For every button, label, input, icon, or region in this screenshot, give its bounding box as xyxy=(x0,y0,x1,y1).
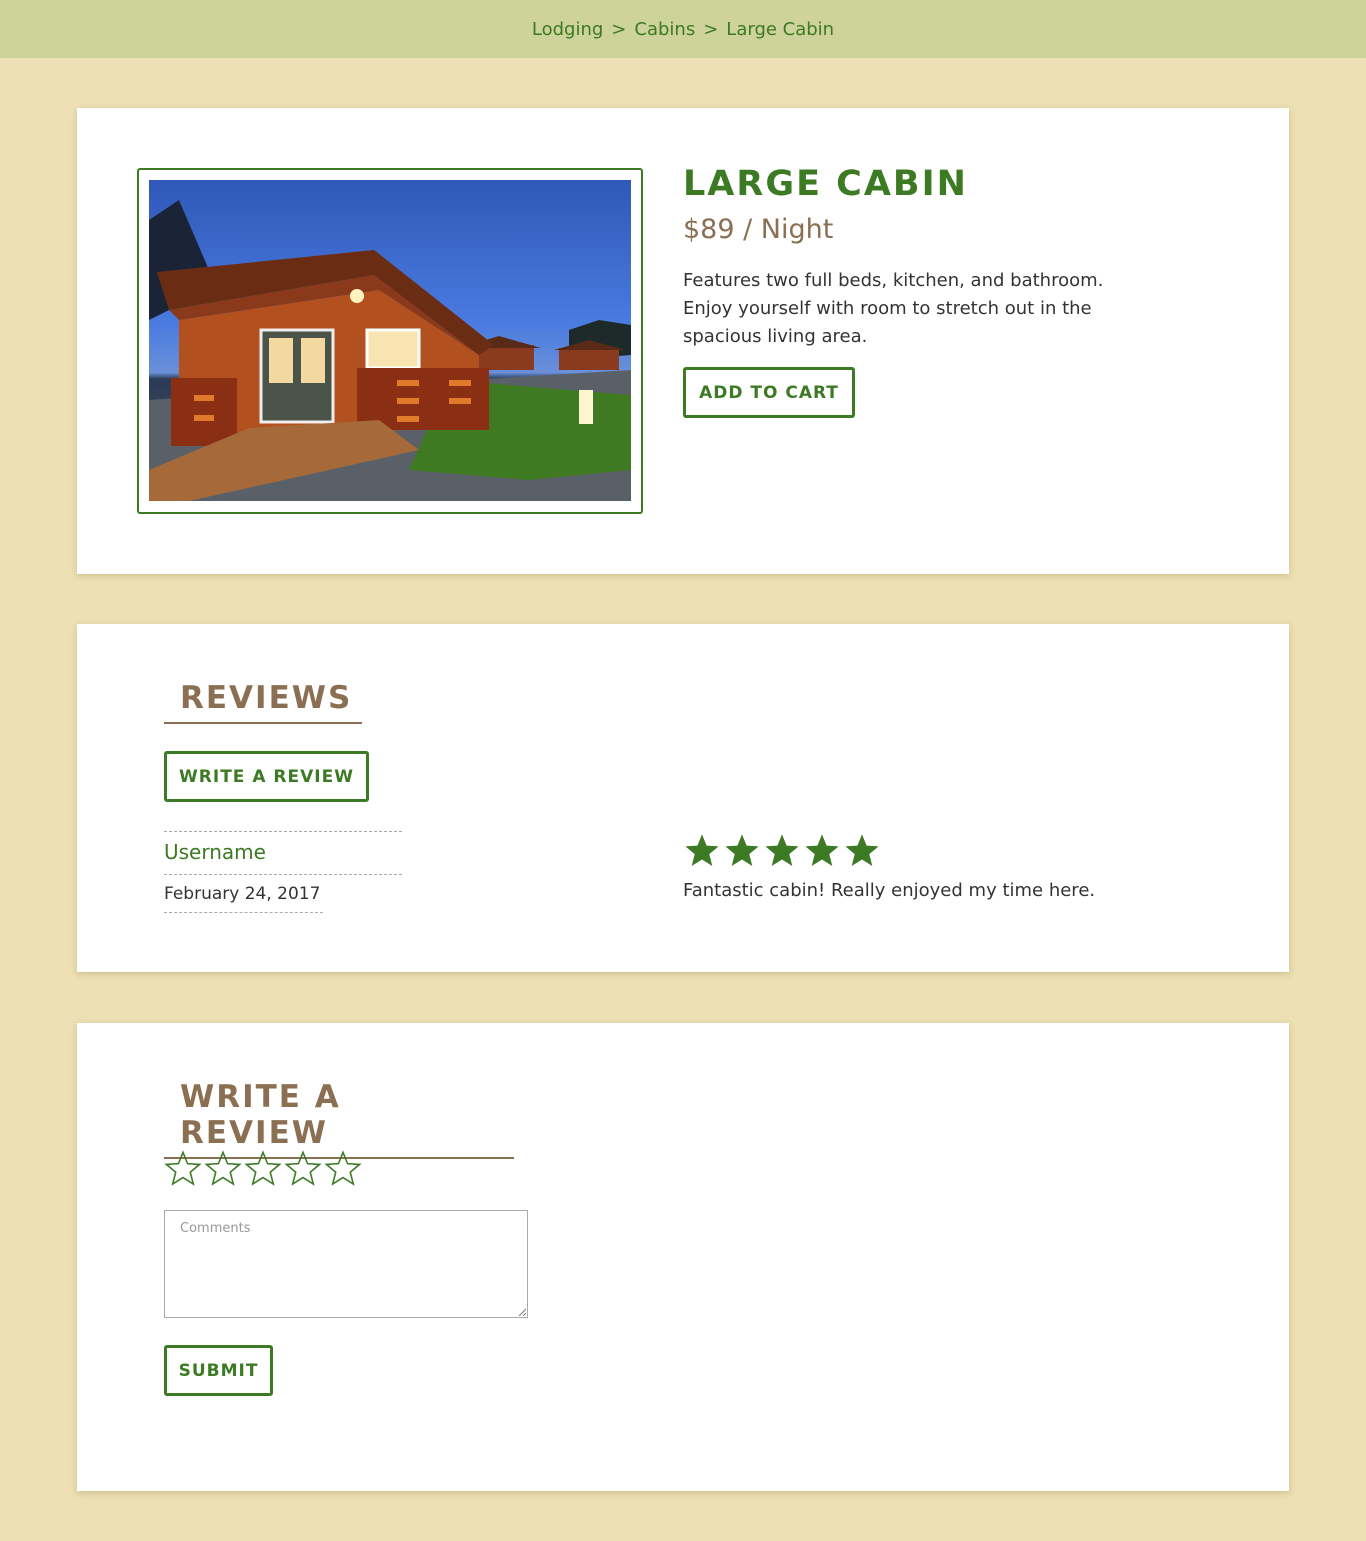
divider xyxy=(164,831,402,832)
review-rating xyxy=(683,832,881,870)
star-empty-icon[interactable] xyxy=(324,1150,362,1188)
star-empty-icon[interactable] xyxy=(164,1150,202,1188)
breadcrumb-separator: > xyxy=(703,18,719,40)
product-description: Features two full beds, kitchen, and bat… xyxy=(683,270,1104,347)
divider xyxy=(164,912,323,913)
breadcrumb: Lodging > Cabins > Large Cabin xyxy=(0,0,1366,58)
product-card: LARGE CABIN $89 / Night Features two ful… xyxy=(77,108,1289,574)
comments-field[interactable] xyxy=(164,1210,528,1318)
write-review-heading: WRITE A REVIEW xyxy=(164,1079,514,1159)
star-empty-icon[interactable] xyxy=(244,1150,282,1188)
star-filled-icon xyxy=(845,834,879,867)
cabin-illustration xyxy=(149,200,631,501)
cabin-photo xyxy=(149,180,631,501)
star-filled-icon xyxy=(725,834,759,867)
write-review-button[interactable]: WRITE A REVIEW xyxy=(164,751,369,802)
rating-input xyxy=(164,1150,362,1188)
star-filled-icon xyxy=(685,834,719,867)
product-image-frame xyxy=(137,168,643,514)
add-to-cart-button[interactable]: ADD TO CART xyxy=(683,367,855,418)
star-filled-icon xyxy=(805,834,839,867)
breadcrumb-cabins[interactable]: Cabins xyxy=(634,19,695,40)
reviews-card: REVIEWS WRITE A REVIEW Username February… xyxy=(77,624,1289,972)
breadcrumb-large-cabin[interactable]: Large Cabin xyxy=(726,19,834,40)
breadcrumb-separator: > xyxy=(611,18,627,40)
review-text: Fantastic cabin! Really enjoyed my time … xyxy=(683,880,1096,901)
breadcrumb-lodging[interactable]: Lodging xyxy=(532,19,603,40)
reviews-heading: REVIEWS xyxy=(164,680,362,724)
star-empty-icon[interactable] xyxy=(284,1150,322,1188)
resize-grip-icon[interactable] xyxy=(518,1308,526,1316)
product-price: $89 / Night xyxy=(683,214,834,245)
write-review-card: WRITE A REVIEW SUBMIT xyxy=(77,1023,1289,1491)
product-title: LARGE CABIN xyxy=(683,164,968,204)
review-date: February 24, 2017 xyxy=(164,884,321,904)
review-username[interactable]: Username xyxy=(164,840,266,864)
star-filled-icon xyxy=(765,834,799,867)
divider xyxy=(164,874,402,875)
star-empty-icon[interactable] xyxy=(204,1150,242,1188)
submit-button[interactable]: SUBMIT xyxy=(164,1345,273,1396)
